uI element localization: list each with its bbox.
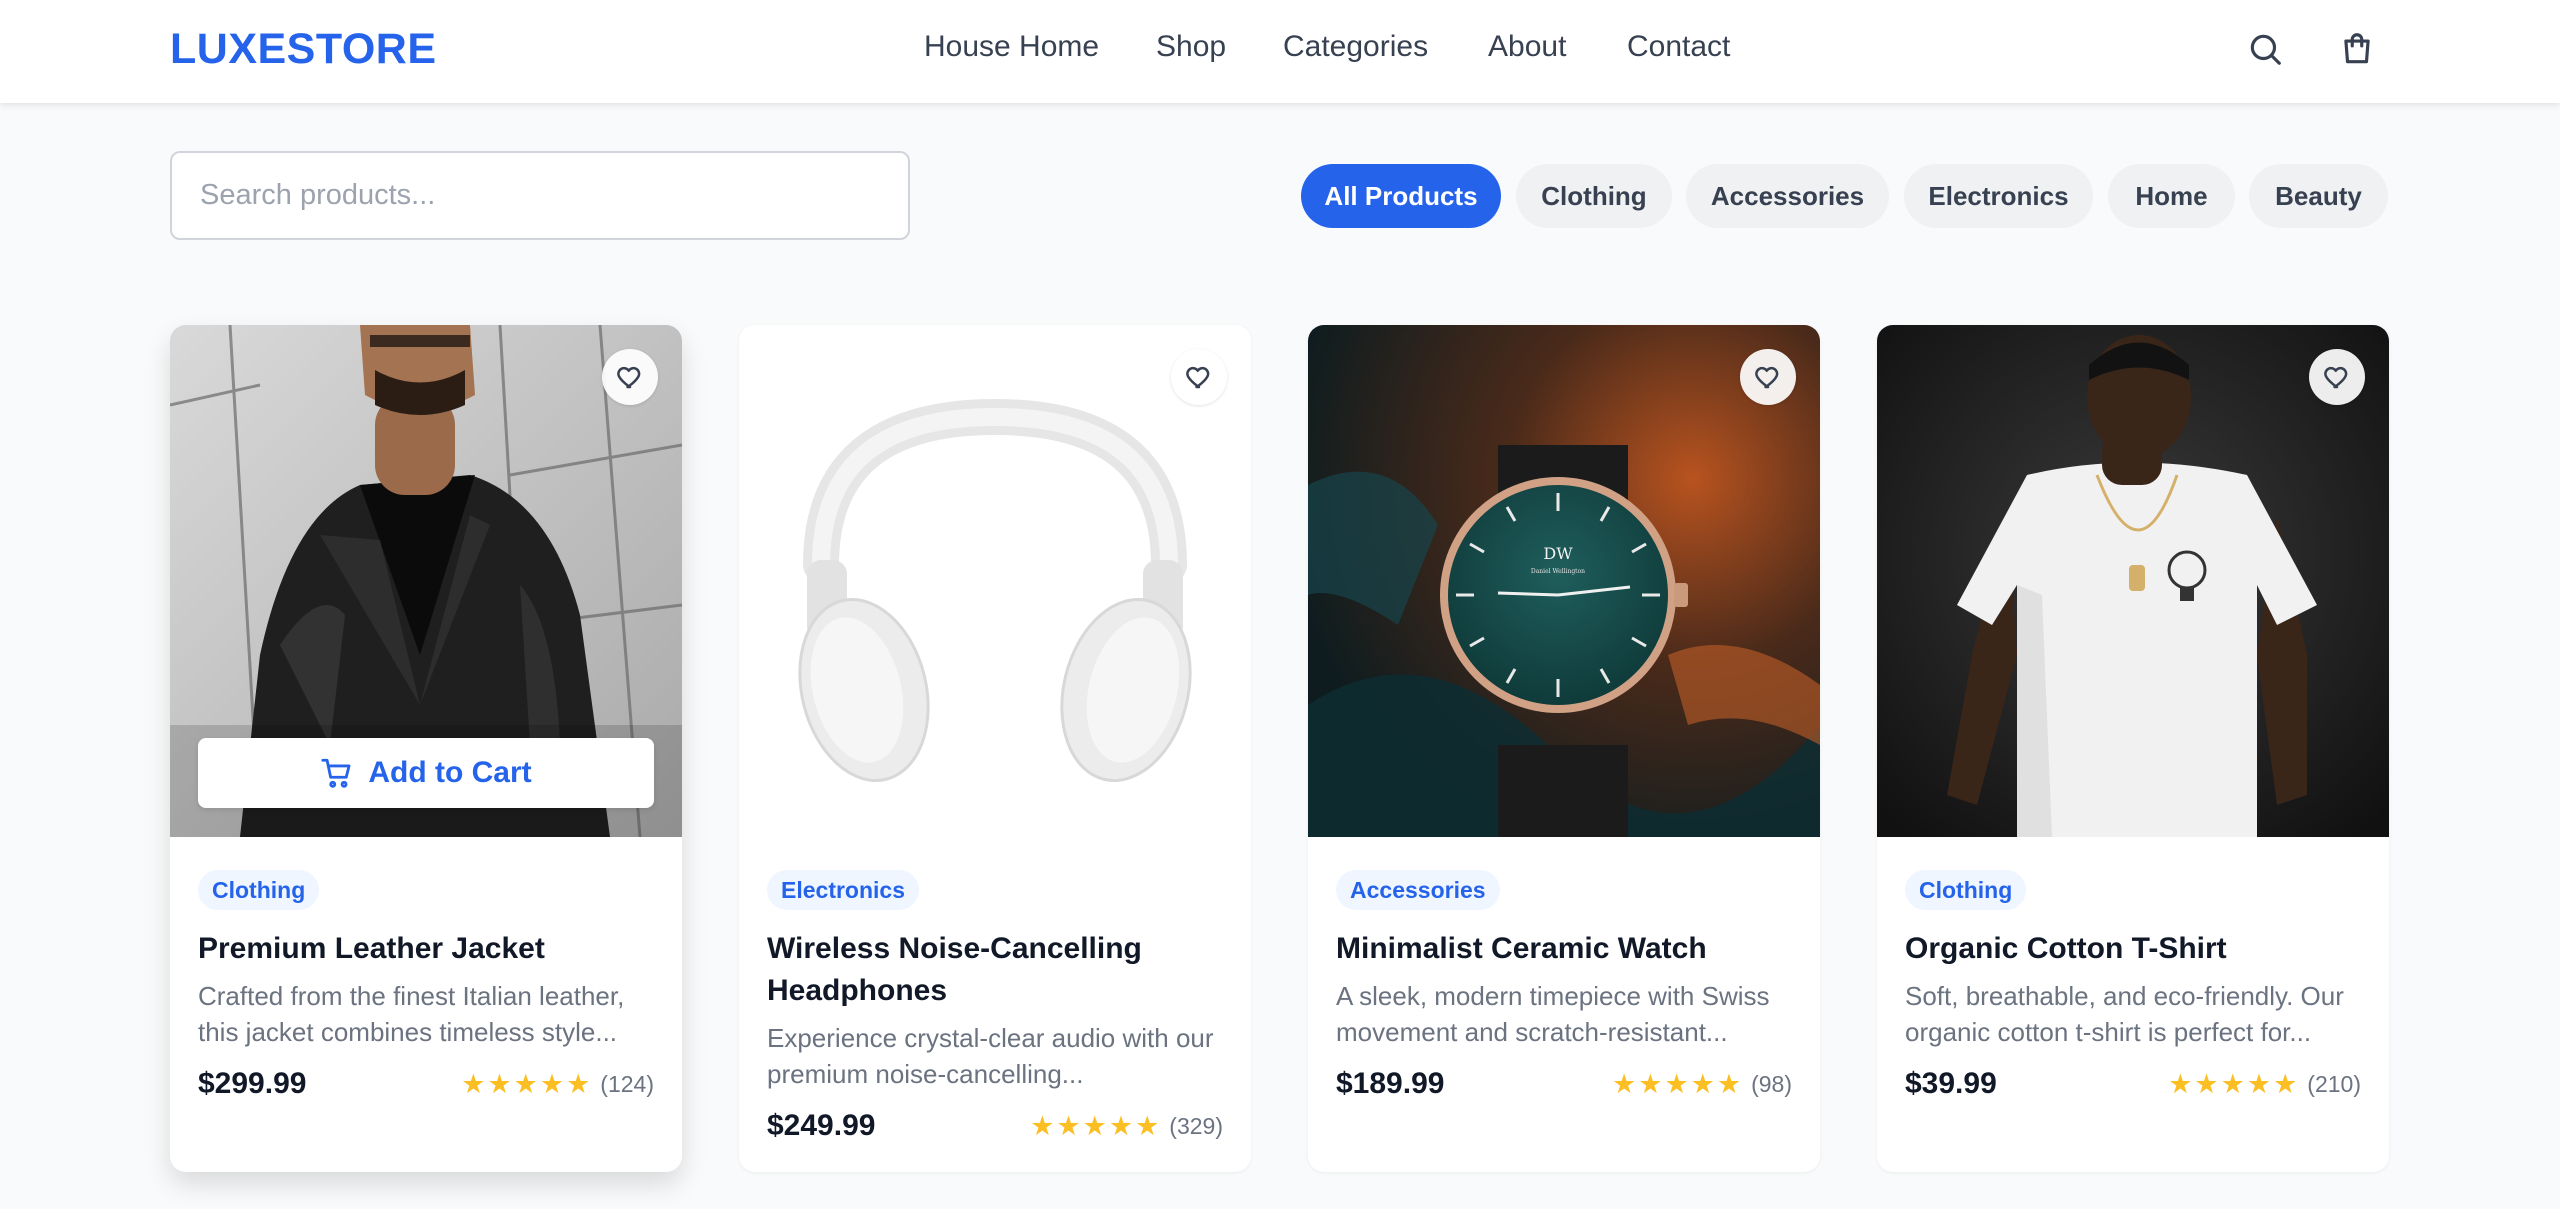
review-count: (210)	[2307, 1070, 2361, 1097]
star-rating: ★ ★ ★ ★ ★ (98)	[1612, 1068, 1792, 1099]
star-icon: ★	[1030, 1110, 1055, 1141]
product-image[interactable]	[739, 325, 1251, 837]
category-badge: Clothing	[1905, 870, 2027, 910]
svg-text:DW: DW	[1543, 544, 1573, 563]
nav-link-about[interactable]: About	[1488, 30, 1566, 64]
star-icon: ★	[513, 1068, 538, 1099]
product-title[interactable]: Wireless Noise-Cancelling Headphones	[767, 928, 1223, 1012]
product-price: $39.99	[1905, 1067, 1997, 1100]
heart-icon[interactable]	[602, 349, 658, 405]
nav-link-shop[interactable]: Shop	[1156, 30, 1226, 64]
main-nav: House Home Shop Categories About Contact	[0, 30, 2560, 70]
filter-chip-electronics[interactable]: Electronics	[1904, 164, 2093, 228]
star-icon: ★	[1056, 1110, 1081, 1141]
product-price: $249.99	[767, 1109, 876, 1142]
review-count: (124)	[600, 1070, 654, 1097]
svg-text:Daniel Wellington: Daniel Wellington	[1531, 568, 1585, 575]
star-icon: ★	[2194, 1068, 2219, 1099]
cart-icon	[320, 756, 354, 790]
search-input[interactable]	[170, 151, 910, 240]
star-icon: ★	[461, 1068, 486, 1099]
category-badge: Accessories	[1336, 870, 1500, 910]
star-icon: ★	[1690, 1068, 1715, 1099]
product-title[interactable]: Organic Cotton T-Shirt	[1905, 928, 2361, 970]
filter-chip-clothing[interactable]: Clothing	[1516, 164, 1672, 228]
product-card[interactable]: Electronics Wireless Noise-Cancelling He…	[739, 325, 1251, 1172]
product-price: $299.99	[198, 1067, 307, 1100]
filter-chip-accessories[interactable]: Accessories	[1686, 164, 1889, 228]
review-count: (329)	[1169, 1112, 1223, 1139]
filter-chip-home[interactable]: Home	[2108, 164, 2235, 228]
product-description: Crafted from the finest Italian leather,…	[198, 981, 625, 1047]
star-icon: ★	[539, 1068, 565, 1099]
review-count: (98)	[1751, 1070, 1792, 1097]
add-to-cart-button[interactable]: Add to Cart	[198, 738, 654, 808]
product-image[interactable]	[1877, 325, 2389, 837]
star-icon: ★	[2220, 1068, 2245, 1099]
heart-icon[interactable]	[2309, 349, 2365, 405]
category-badge: Electronics	[767, 870, 919, 910]
product-title[interactable]: Premium Leather Jacket	[198, 928, 654, 970]
product-card[interactable]: Clothing Organic Cotton T-Shirt Soft, br…	[1877, 325, 2389, 1172]
star-rating: ★ ★ ★ ★ ★ (210)	[2168, 1068, 2361, 1099]
product-description: Soft, breathable, and eco-friendly. Our …	[1905, 981, 2344, 1047]
product-title[interactable]: Minimalist Ceramic Watch	[1336, 928, 1792, 970]
star-icon: ★	[487, 1068, 512, 1099]
star-icon: ★	[1638, 1068, 1663, 1099]
add-to-cart-label: Add to Cart	[368, 756, 532, 789]
star-icon: ★	[2273, 1068, 2298, 1099]
product-image[interactable]: DW Daniel Wellington	[1308, 325, 1820, 837]
star-icon: ★	[2168, 1068, 2193, 1099]
filter-chip-beauty[interactable]: Beauty	[2249, 164, 2388, 228]
nav-link-house-home[interactable]: House Home	[924, 30, 1099, 64]
star-icon: ★	[1135, 1110, 1160, 1141]
product-description: A sleek, modern timepiece with Swiss mov…	[1336, 981, 1770, 1047]
search-icon[interactable]	[2246, 30, 2284, 68]
star-icon: ★	[566, 1068, 591, 1099]
nav-link-contact[interactable]: Contact	[1627, 30, 1730, 64]
star-rating: ★ ★ ★ ★ ★ (329)	[1030, 1110, 1223, 1141]
product-description: Experience crystal-clear audio with our …	[767, 1023, 1214, 1089]
star-icon: ★	[1108, 1110, 1134, 1141]
heart-icon[interactable]	[1740, 349, 1796, 405]
site-header: LUXESTORE House Home Shop Categories Abo…	[0, 0, 2560, 103]
star-icon: ★	[1612, 1068, 1637, 1099]
nav-link-categories[interactable]: Categories	[1283, 30, 1428, 64]
product-price: $189.99	[1336, 1067, 1445, 1100]
star-icon: ★	[1664, 1068, 1689, 1099]
category-badge: Clothing	[198, 870, 320, 910]
star-icon: ★	[1082, 1110, 1107, 1141]
star-icon: ★	[2246, 1068, 2272, 1099]
shopping-bag-icon[interactable]	[2338, 30, 2376, 68]
heart-icon[interactable]	[1171, 349, 1227, 405]
filter-chip-all-products[interactable]: All Products	[1301, 164, 1501, 228]
product-card[interactable]: DW Daniel Wellington Accessories Minimal…	[1308, 325, 1820, 1172]
product-card[interactable]: Add to Cart Clothing Premium Leather Jac…	[170, 325, 682, 1172]
star-icon: ★	[1716, 1068, 1742, 1099]
star-rating: ★ ★ ★ ★ ★ (124)	[461, 1068, 654, 1099]
